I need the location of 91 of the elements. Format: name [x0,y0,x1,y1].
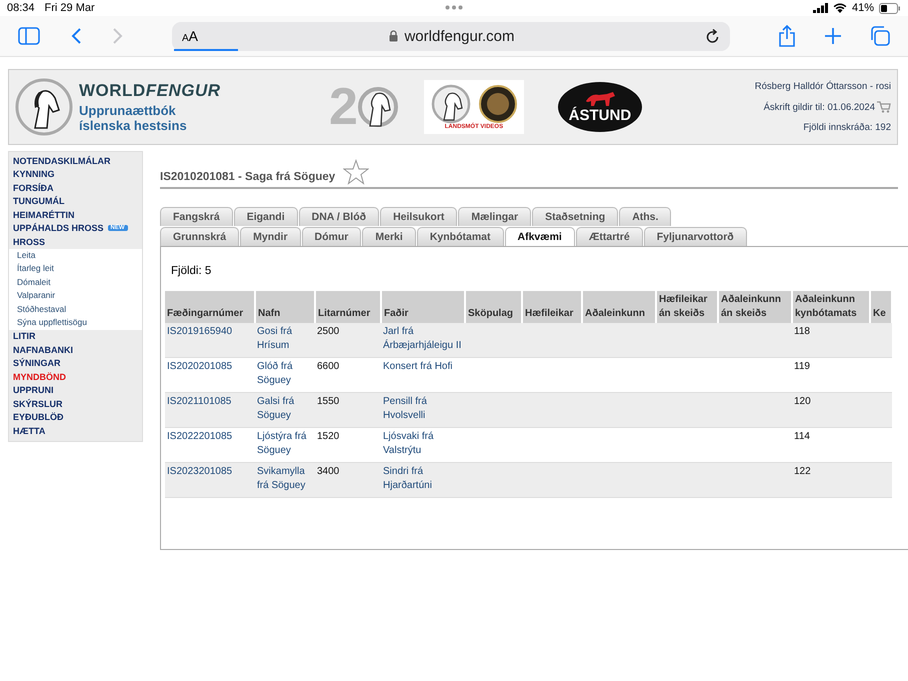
battery-percent: 41% [852,2,874,14]
table-link[interactable]: IS2019165940 [165,323,255,358]
tab[interactable]: Dómur [302,227,362,246]
horse-wheel-icon[interactable] [15,78,73,136]
menu-item[interactable]: MYNDBÖND [13,372,66,382]
star-icon[interactable] [343,159,370,185]
horse-title: IS2010201081 - Saga frá Söguey [160,171,336,185]
column-header: Hæfileikar án skeiðs [656,291,718,323]
tab[interactable]: Grunnskrá [160,227,240,246]
submenu-item[interactable]: Stóðhestaval [17,302,134,316]
menu-item[interactable]: UPPÁHALDS HROSS [13,223,104,234]
tab[interactable]: Staðsetning [532,207,618,226]
share-icon[interactable] [778,25,796,47]
user-name: Rósberg Halldór Óttarsson - rosi [754,81,891,92]
tab[interactable]: Afkvæmi [504,227,575,246]
column-header: Aðaleinkunn án skeiðs [718,291,792,323]
tab[interactable]: Merki [362,227,416,246]
brand-subtitle: íslenska hestsins [79,118,188,133]
tab[interactable]: Kynbótamat [416,227,504,246]
column-header: Aðaleinkunn [582,291,656,323]
column-header: Hæfileikar [522,291,582,323]
count-label: Fjöldi: 5 [171,265,212,277]
more-dots-icon[interactable] [445,5,463,10]
sidebar-icon[interactable] [18,27,40,45]
table-cell: 2500 [315,323,381,358]
menu-item[interactable]: NOTENDASKILMÁLAR [13,156,110,166]
menu-item[interactable]: UPPRUNI [13,385,54,396]
table-cell: 1550 [315,392,381,428]
table-cell: 122 [792,462,870,498]
table-link[interactable]: IS2023201085 [165,462,255,498]
menu-item[interactable]: SÝNINGAR [13,358,61,368]
wifi-icon [832,3,847,13]
tab[interactable]: Fyljunarvottorð [644,227,747,246]
table-link[interactable]: Gosi frá Hrísum [255,323,315,358]
back-icon[interactable] [70,27,82,45]
tab[interactable]: Ættartré [576,227,643,246]
tabs-icon[interactable] [870,26,890,46]
submenu-item[interactable]: Ítarleg leit [17,262,134,276]
menu-item[interactable]: KYNNING [13,169,55,180]
table-link[interactable]: Svikamylla frá Söguey [255,462,315,498]
signal-icon [812,3,828,13]
subscription-text: Áskrift gildir til: 01.06.2024 [764,102,875,112]
lock-icon [389,30,398,42]
column-header: Fæðingarnúmer [165,291,255,323]
reader-button[interactable]: AA [182,28,198,44]
address-bar[interactable]: AA worldfengur.com [172,22,730,50]
url-text: worldfengur.com [404,28,515,44]
table-cell: 3400 [315,462,381,498]
brand-title: WORLDFENGUR [79,81,220,101]
menu-item[interactable]: NAFNABANKI [13,344,73,355]
column-header: Ke [870,291,892,323]
column-header: Sköpulag [465,291,522,323]
tab[interactable]: DNA / Blóð [298,207,380,226]
menu-item[interactable]: LITIR [13,331,36,342]
battery-icon [879,2,901,14]
tab[interactable]: Aths. [619,207,672,226]
sponsor-logo[interactable]: ÁSTUND [558,82,642,132]
table-cell: 118 [792,323,870,358]
column-header: Faðir [381,291,465,323]
menu-item[interactable]: SKÝRSLUR [13,398,63,409]
table-link[interactable]: IS2021101085 [165,392,255,428]
submenu-item[interactable]: Leita [17,248,134,262]
table-link[interactable]: Sindri frá Hjarðartúni [381,462,465,498]
column-header: Aðaleinkunn kynbótamats [792,291,870,323]
menu-item[interactable]: HROSS [13,236,46,247]
submenu-item[interactable]: Dómaleit [17,276,134,289]
reload-icon[interactable] [706,28,720,44]
status-date: Fri 29 Mar [44,2,95,14]
status-time: 08:34 [7,2,35,14]
column-header: Litarnúmer [315,291,381,323]
tab[interactable]: Mælingar [458,207,532,226]
entries-count: Fjöldi innskráða: 192 [803,122,891,133]
cart-icon[interactable] [877,101,891,113]
column-header: Nafn [255,291,315,323]
tab[interactable]: Fangskrá [160,207,233,226]
menu-item[interactable]: HEIMARÉTTIN [13,210,74,220]
submenu-item[interactable]: Valparanir [17,289,134,302]
submenu-item[interactable]: Sýna uppflettisögu [17,316,134,330]
menu-item[interactable]: FORSÍÐA [13,182,54,193]
table-cell: 120 [792,392,870,428]
menu-item[interactable]: TUNGUMÁL [13,196,64,206]
brand-subtitle: Upprunaættbók [79,103,177,118]
menu-item[interactable]: HÆTTA [13,426,46,436]
table-link[interactable]: Pensill frá Hvolsvelli [381,392,465,428]
table-link[interactable]: Galsi frá Söguey [255,392,315,428]
tab[interactable]: Eigandi [234,207,298,226]
menu-item[interactable]: EYÐUBLÖÐ [13,412,64,422]
tab[interactable]: Myndir [240,227,301,246]
plus-icon[interactable] [824,27,842,45]
table-link[interactable]: Jarl frá Árbæjarhjáleigu II [381,323,465,358]
tab[interactable]: Heilsukort [380,207,458,226]
